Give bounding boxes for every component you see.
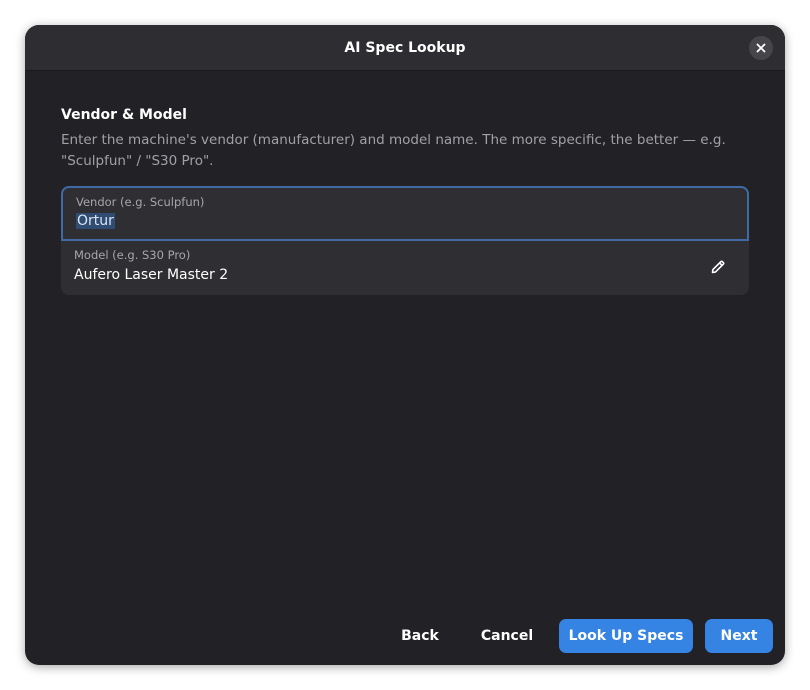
vendor-field-value[interactable]: Ortur <box>76 213 115 229</box>
vendor-model-fields: Vendor (e.g. Sculpfun) Ortur Model (e.g.… <box>61 186 749 295</box>
model-field-value[interactable]: Aufero Laser Master 2 <box>74 267 228 283</box>
dialog-title: AI Spec Lookup <box>344 40 466 56</box>
close-button[interactable] <box>749 36 773 60</box>
section-description: Enter the machine's vendor (manufacturer… <box>61 132 726 169</box>
back-button[interactable]: Back <box>383 619 457 653</box>
ai-spec-lookup-dialog: AI Spec Lookup Vendor & Model Enter the … <box>25 25 785 665</box>
look-up-specs-button[interactable]: Look Up Specs <box>559 619 693 653</box>
pencil-icon[interactable] <box>709 258 727 276</box>
vendor-field-label: Vendor (e.g. Sculpfun) <box>76 195 205 209</box>
dialog-header: AI Spec Lookup <box>25 25 785 71</box>
model-field-label: Model (e.g. S30 Pro) <box>74 248 191 262</box>
next-button[interactable]: Next <box>705 619 773 653</box>
model-field[interactable]: Model (e.g. S30 Pro) Aufero Laser Master… <box>61 241 749 295</box>
section-title: Vendor & Model <box>61 107 187 123</box>
vendor-selected-text: Ortur <box>76 213 115 229</box>
vendor-field[interactable]: Vendor (e.g. Sculpfun) Ortur <box>61 186 749 241</box>
cancel-button[interactable]: Cancel <box>466 619 548 653</box>
close-icon <box>756 43 766 53</box>
